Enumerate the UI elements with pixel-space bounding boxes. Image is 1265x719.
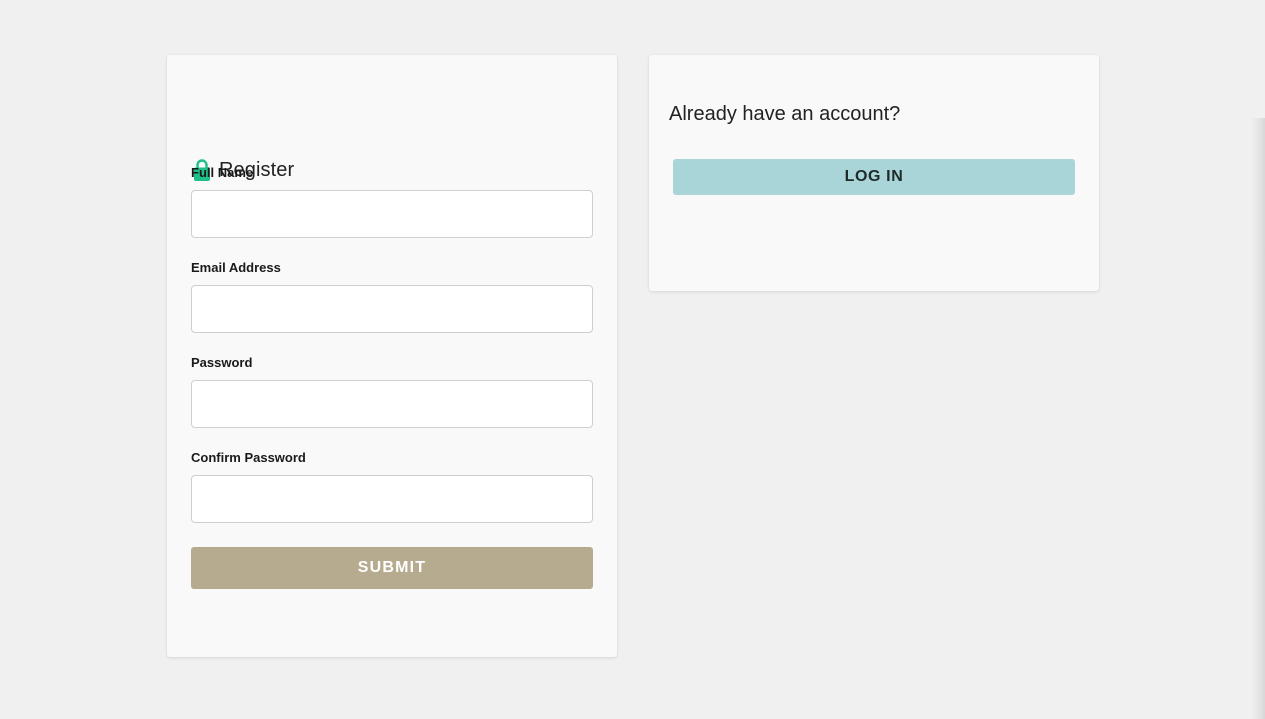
password-label: Password — [191, 355, 253, 370]
email-address-label: Email Address — [191, 260, 281, 275]
confirm-password-field[interactable] — [191, 475, 593, 523]
password-field[interactable] — [191, 380, 593, 428]
email-field[interactable] — [191, 285, 593, 333]
full-name-field[interactable] — [191, 190, 593, 238]
login-heading: Already have an account? — [669, 103, 901, 125]
log-in-button[interactable]: LOG IN — [673, 159, 1075, 195]
edge-shadow — [1251, 118, 1265, 719]
register-card: Register Full Name Email Address Passwor… — [167, 55, 617, 657]
submit-button[interactable]: SUBMIT — [191, 547, 593, 589]
confirm-password-label: Confirm Password — [191, 450, 306, 465]
full-name-label: Full Name — [191, 165, 254, 180]
login-card: Already have an account? LOG IN — [649, 55, 1099, 291]
page: Register Full Name Email Address Passwor… — [0, 0, 1265, 719]
